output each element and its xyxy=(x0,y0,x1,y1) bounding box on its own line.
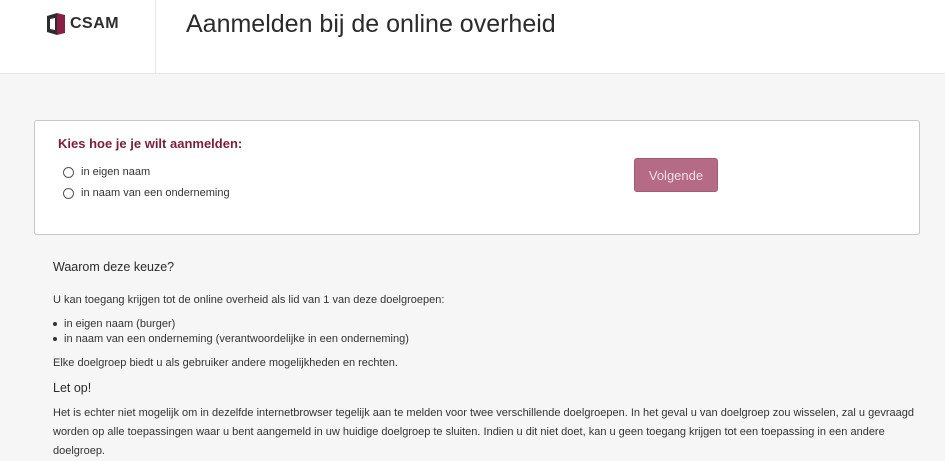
login-choice-card: Kies hoe je je wilt aanmelden: in eigen … xyxy=(34,120,920,235)
logo-area: CSAM xyxy=(0,0,156,73)
info-intro: U kan toegang krijgen tot de online over… xyxy=(53,294,445,306)
header: CSAM Aanmelden bij de online overheid xyxy=(0,0,945,74)
bullet-icon xyxy=(53,337,57,341)
list-item-text: in eigen naam (burger) xyxy=(64,318,176,330)
csam-logo-icon xyxy=(47,13,65,35)
choice-title: Kies hoe je je wilt aanmelden: xyxy=(58,136,243,151)
list-item-text: in naam van een onderneming (verantwoord… xyxy=(64,333,409,345)
list-item: in eigen naam (burger) xyxy=(53,318,175,330)
option-own-name-label: in eigen naam xyxy=(81,166,151,178)
warning-heading: Let op! xyxy=(53,381,92,395)
option-own-name[interactable]: in eigen naam xyxy=(63,164,150,180)
page-title: Aanmelden bij de online overheid xyxy=(186,10,556,38)
logo-text: CSAM xyxy=(70,15,120,32)
radio-company[interactable] xyxy=(63,187,74,199)
warning-text: Het is echter niet mogelijk om in dezelf… xyxy=(53,407,914,457)
csam-logo[interactable]: CSAM xyxy=(46,13,119,35)
bullet-icon xyxy=(53,322,57,326)
info-rights: Elke doelgroep biedt u als gebruiker and… xyxy=(53,357,398,369)
info-heading: Waarom deze keuze? xyxy=(53,260,175,274)
next-button[interactable]: Volgende xyxy=(634,158,718,192)
list-item: in naam van een onderneming (verantwoord… xyxy=(53,333,409,345)
option-company[interactable]: in naam van een onderneming xyxy=(63,185,230,201)
option-company-label: in naam van een onderneming xyxy=(81,187,230,199)
radio-own-name[interactable] xyxy=(63,166,74,178)
